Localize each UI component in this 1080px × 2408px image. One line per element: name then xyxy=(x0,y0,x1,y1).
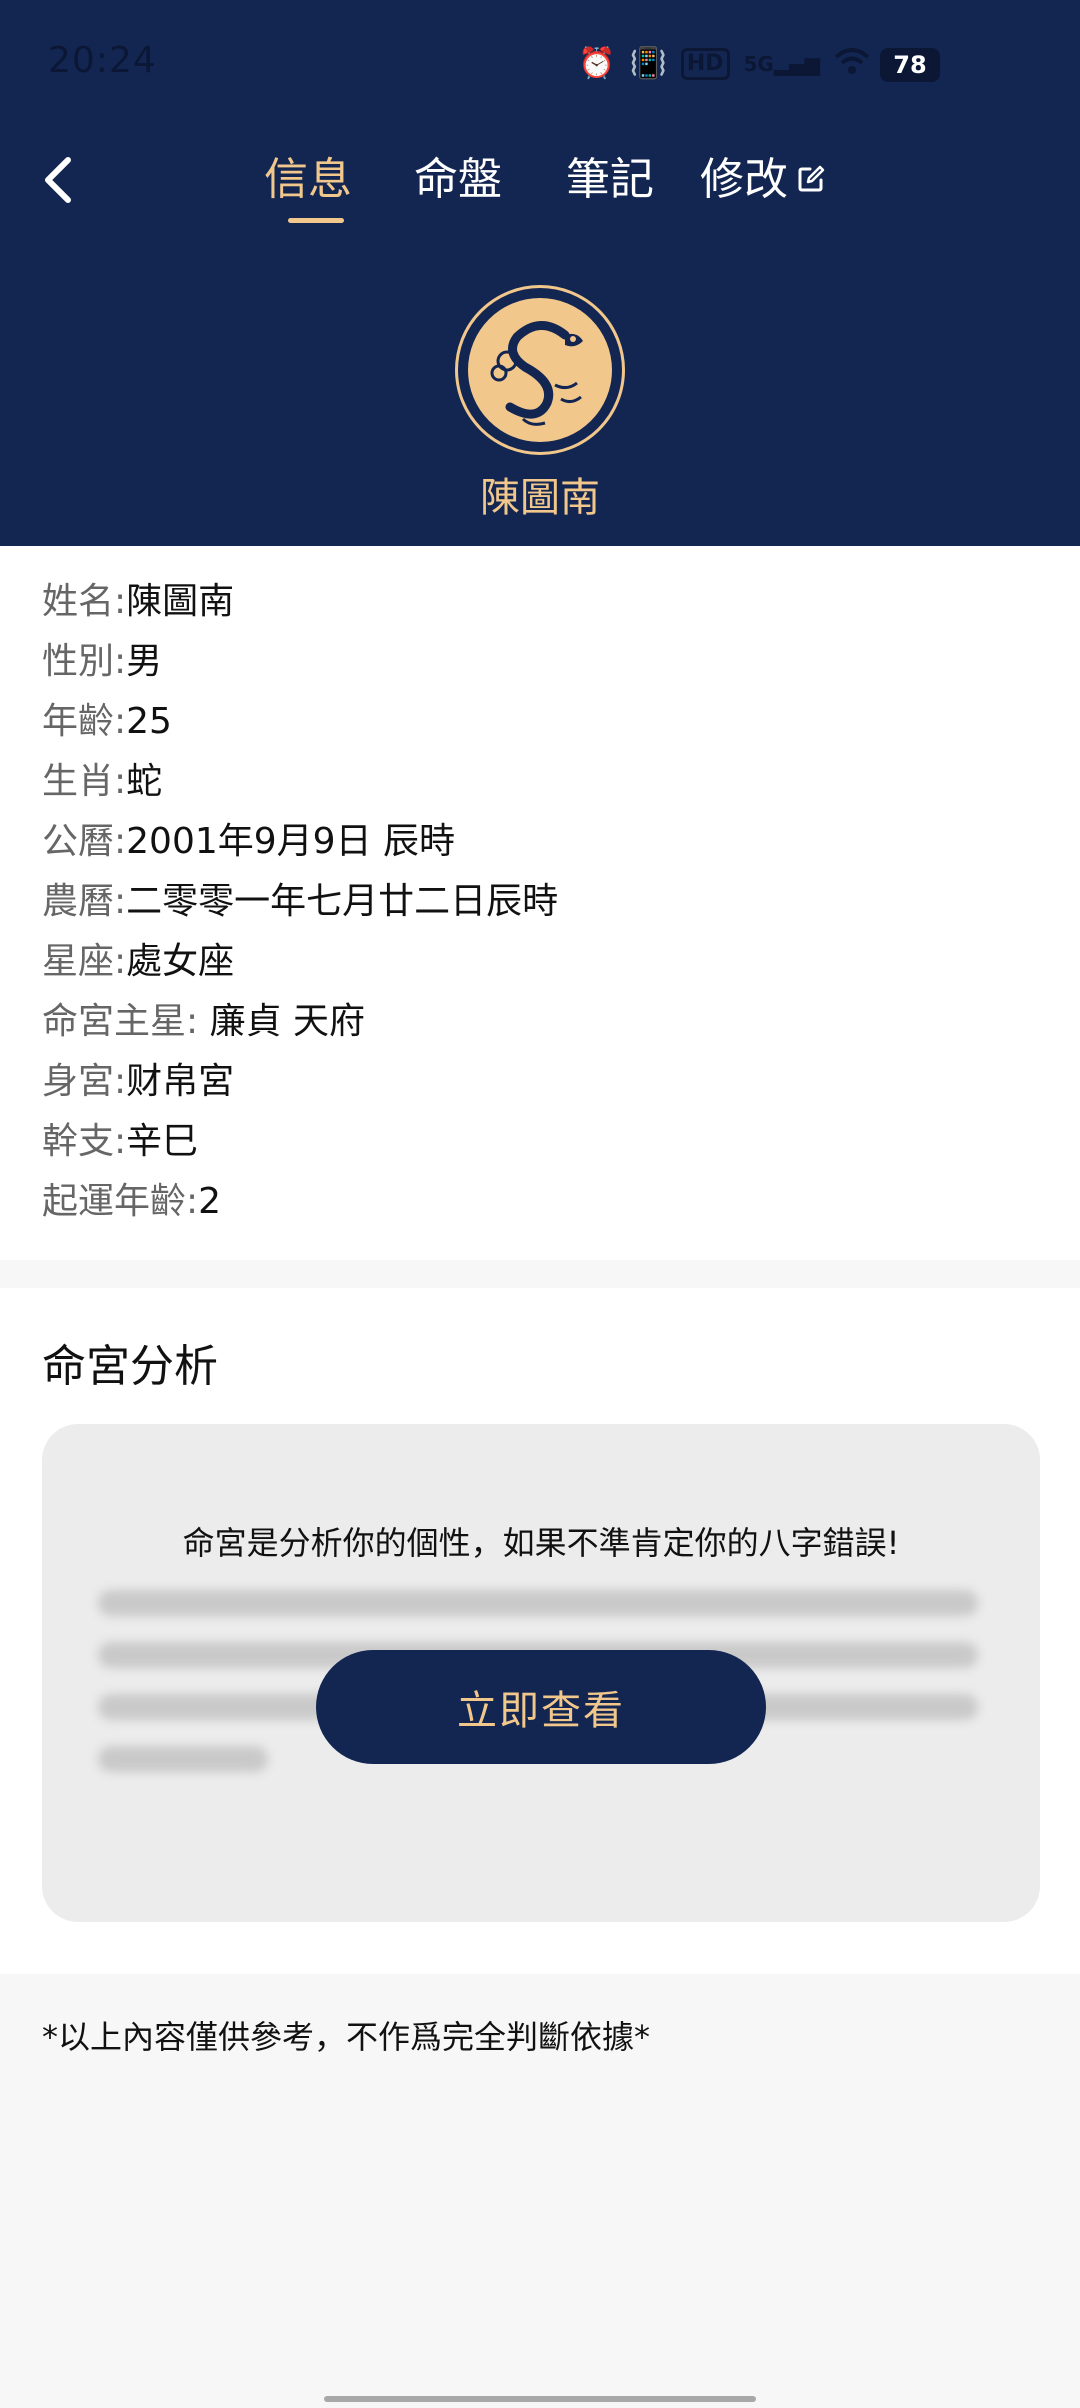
info-label: 身宮: xyxy=(42,1061,127,1102)
tab-info[interactable]: 信息 xyxy=(264,150,352,210)
info-value: 蛇 xyxy=(126,761,163,802)
info-value: 陳圖南 xyxy=(126,581,235,622)
status-time: 20:24 xyxy=(48,40,157,81)
blurred-text xyxy=(98,1590,978,1616)
avatar xyxy=(455,285,625,455)
alarm-icon: ⏰ xyxy=(578,46,616,81)
home-indicator[interactable] xyxy=(324,2396,756,2402)
info-value: 2001年9月9日 辰時 xyxy=(126,821,456,862)
tab-notes[interactable]: 筆記 xyxy=(566,150,654,210)
snake-icon xyxy=(468,298,612,442)
info-label: 起運年齡: xyxy=(42,1181,199,1222)
info-row-body-palace: 身宮:财帛宮 xyxy=(42,1058,234,1106)
signal-icon: 5G▂▄▆ xyxy=(743,52,821,76)
info-label: 命宮主星: xyxy=(42,1001,199,1042)
info-row-constellation: 星座:處女座 xyxy=(42,938,234,986)
info-label: 星座: xyxy=(42,941,127,982)
info-row-name: 姓名:陳圖南 xyxy=(42,578,234,626)
tab-chart[interactable]: 命盤 xyxy=(414,150,502,210)
signal-label: 5G xyxy=(743,52,774,76)
info-value: 辛巳 xyxy=(126,1121,199,1162)
tab-edit[interactable]: 修改 xyxy=(700,150,826,210)
info-row-gender: 性別:男 xyxy=(42,638,162,686)
info-label: 幹支: xyxy=(42,1121,127,1162)
view-now-button[interactable]: 立即查看 xyxy=(316,1650,766,1764)
chevron-left-icon xyxy=(45,157,71,203)
info-value: 廉貞 天府 xyxy=(198,1001,366,1042)
info-label: 性別: xyxy=(42,641,127,682)
back-button[interactable] xyxy=(38,152,82,208)
info-value: 二零零一年七月廿二日辰時 xyxy=(126,881,559,922)
info-label: 年齡: xyxy=(42,701,127,742)
info-value: 男 xyxy=(126,641,163,682)
wifi-icon xyxy=(834,47,870,81)
info-row-main-star: 命宮主星: 廉貞 天府 xyxy=(42,998,365,1046)
info-row-lunar-date: 農曆:二零零一年七月廿二日辰時 xyxy=(42,878,558,926)
info-label: 農曆: xyxy=(42,881,127,922)
info-row-luck-age: 起運年齡:2 xyxy=(42,1178,221,1226)
info-value: 2 xyxy=(198,1181,222,1222)
info-label: 公曆: xyxy=(42,821,127,862)
battery-indicator: 78 xyxy=(880,48,940,82)
tab-edit-label: 修改 xyxy=(700,154,788,205)
profile-name: 陳圖南 xyxy=(480,475,600,521)
hd-icon: HD xyxy=(680,48,730,80)
info-value: 處女座 xyxy=(126,941,235,982)
info-value: 25 xyxy=(126,701,172,742)
analysis-title: 命宮分析 xyxy=(42,1341,218,1392)
analysis-intro: 命宮是分析你的個性，如果不準肯定你的八字錯誤! xyxy=(182,1524,900,1562)
info-value: 财帛宮 xyxy=(126,1061,235,1102)
info-label: 生肖: xyxy=(42,761,127,802)
info-label: 姓名: xyxy=(42,581,127,622)
status-icons: ⏰ 📳 HD 5G▂▄▆ xyxy=(578,44,870,84)
info-row-zodiac: 生肖:蛇 xyxy=(42,758,162,806)
blurred-text xyxy=(98,1746,268,1772)
info-row-solar-date: 公曆:2001年9月9日 辰時 xyxy=(42,818,455,866)
info-row-stem-branch: 幹支:辛巳 xyxy=(42,1118,198,1166)
vibrate-icon: 📳 xyxy=(629,46,667,81)
edit-icon xyxy=(798,165,825,192)
disclaimer: *以上內容僅供參考，不作爲完全判斷依據* xyxy=(42,2018,651,2056)
info-row-age: 年齡:25 xyxy=(42,698,172,746)
tab-active-indicator xyxy=(288,218,344,223)
